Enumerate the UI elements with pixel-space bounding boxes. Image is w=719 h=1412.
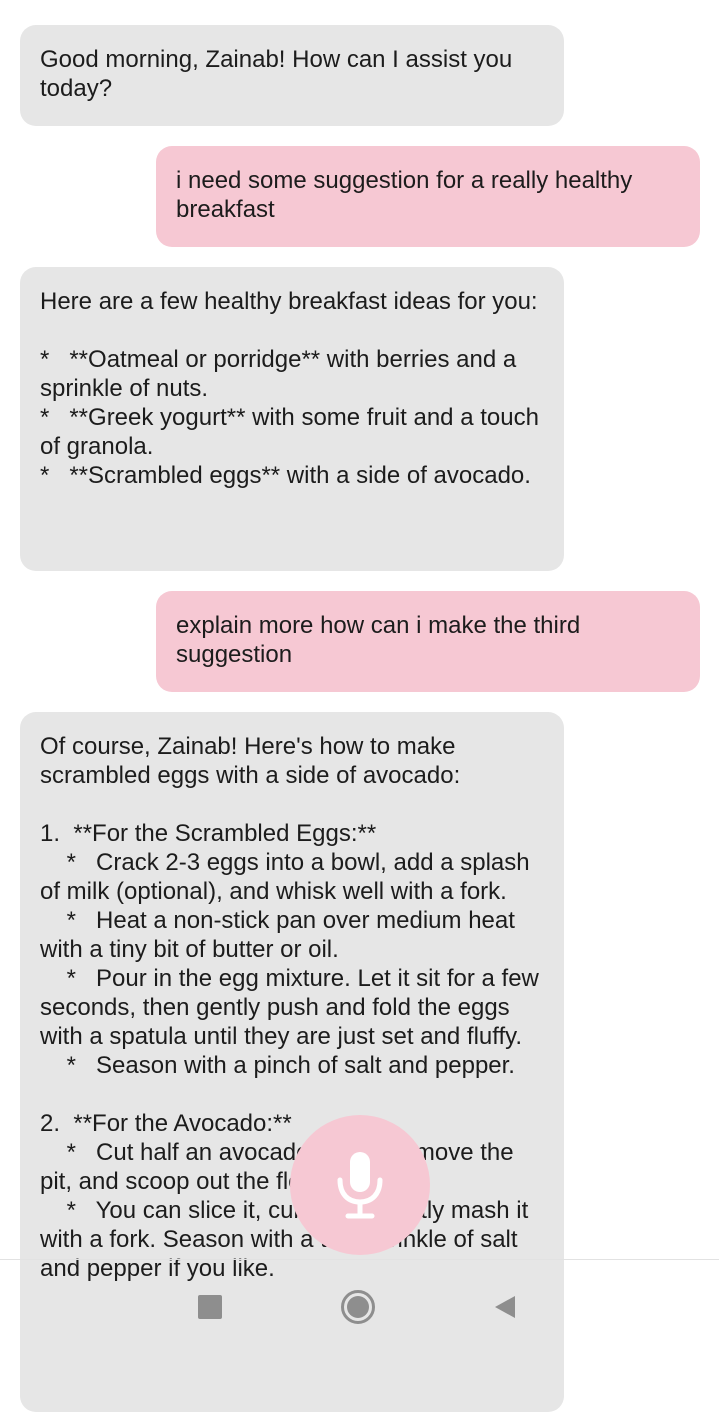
navigation-bar-divider [0, 1259, 719, 1260]
recents-square-icon[interactable] [198, 1295, 222, 1319]
home-circle-icon[interactable] [341, 1290, 375, 1324]
user-message: explain more how can i make the third su… [156, 591, 700, 692]
assistant-message: Here are a few healthy breakfast ideas f… [20, 267, 564, 571]
assistant-message: Of course, Zainab! Here's how to make sc… [20, 712, 564, 1412]
back-triangle-icon[interactable] [493, 1295, 517, 1319]
user-message: i need some suggestion for a really heal… [156, 146, 700, 247]
microphone-icon [337, 1152, 383, 1219]
assistant-message: Good morning, Zainab! How can I assist y… [20, 25, 564, 126]
voice-input-button[interactable] [290, 1115, 430, 1255]
home-dot [347, 1296, 369, 1318]
